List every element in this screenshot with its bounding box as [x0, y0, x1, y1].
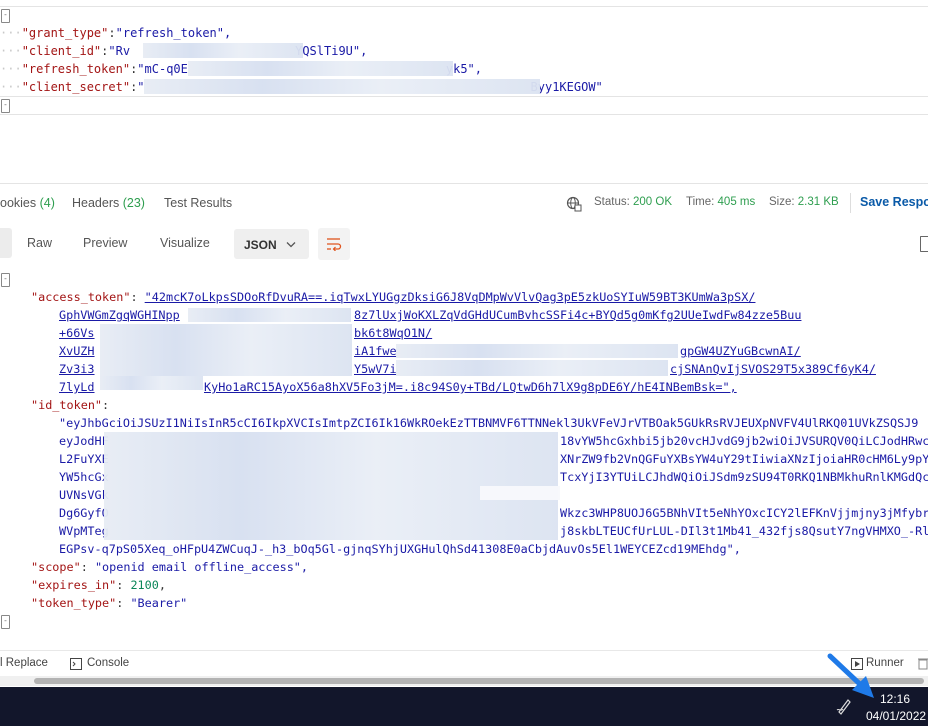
- id-token-cont: WVpMTeg: [59, 524, 109, 538]
- redacted-region: [100, 376, 203, 390]
- id-token-cont: j8skbLTEUCfUrLUL-DIl3t1Mb41_432fjs8QsutY…: [560, 524, 928, 538]
- redacted-region: [144, 79, 540, 94]
- id-token-cont: 18vYW5hcGxhbi5jb20vcHJvdG9jb2wiOiJVSURQV…: [560, 434, 928, 448]
- redacted-region: [143, 43, 303, 58]
- access-token-cont: GphVWGmZgqWGHINpp: [59, 308, 180, 322]
- console-icon[interactable]: [70, 658, 82, 670]
- chevron-down-icon: [286, 242, 296, 248]
- tab-cookies[interactable]: ookies (4): [0, 196, 55, 210]
- save-response-button[interactable]: Save Respo: [860, 195, 928, 209]
- id-token-cont: Wkzc3WHP8UOJ6G5BNhVIt5eNhYOxcICY2lEFKnVj…: [560, 506, 928, 520]
- redacted-region: [100, 324, 352, 376]
- trash-icon[interactable]: [918, 657, 928, 670]
- access-token-cont: cjSNAnQvIjSVOS29T5x389Cf6yK4/: [670, 362, 876, 376]
- redacted-region: [396, 360, 668, 376]
- response-tabs: ookies (4) Headers (23) Test Results Sta…: [0, 185, 928, 221]
- access-token-cont: XvUZH: [59, 344, 95, 358]
- find-replace-button[interactable]: l Replace: [0, 657, 48, 669]
- copy-icon[interactable]: [920, 236, 928, 252]
- fold-toggle-icon[interactable]: -: [1, 614, 10, 629]
- request-line-grant-type: ···"grant_type":"refresh_token",: [0, 26, 232, 40]
- tab-raw[interactable]: Raw: [27, 236, 52, 250]
- access-token-cont: 7lyLd: [59, 380, 95, 394]
- redacted-region: [396, 344, 678, 358]
- response-format-bar: Raw Preview Visualize JSON: [0, 226, 928, 262]
- expires-in-line: "expires_in": 2100,: [31, 578, 166, 592]
- tab-visualize[interactable]: Visualize: [160, 236, 210, 250]
- console-button[interactable]: Console: [87, 657, 129, 669]
- horizontal-scrollbar[interactable]: [34, 678, 924, 684]
- access-token-cont: Zv3i3: [59, 362, 95, 376]
- tab-pretty[interactable]: [0, 228, 12, 258]
- access-token-cont: gpGW4UZYuGBcwnAI/: [680, 344, 801, 358]
- scope-line: "scope": "openid email offline_access",: [31, 560, 309, 574]
- access-token-cont: bk6t8WqO1N/: [354, 326, 433, 340]
- id-token-cont: TcxYjI3YTUiLCJhdWQiOiJSdm9zSU94T0RKQ1NBM…: [560, 470, 928, 484]
- clock-time[interactable]: 12:16: [880, 692, 910, 706]
- taskbar: 12:16 04/01/2022: [0, 687, 928, 726]
- access-token-cont: 8z7lUxjWoKXLZqVdGHdUCumBvhcSSFi4c+BYQd5g…: [354, 308, 802, 322]
- wrap-lines-icon: [327, 238, 342, 251]
- response-size[interactable]: Size: 2.31 KB: [769, 196, 839, 208]
- access-token-line: "access_token": "42mcK7oLkpsSDOoRfDvuRA=…: [31, 290, 756, 304]
- fold-toggle-icon[interactable]: -: [1, 8, 10, 23]
- access-token-cont: Y5wV7i: [354, 362, 397, 376]
- id-token-cont: UVNsVGk: [59, 488, 109, 502]
- id-token-cont: eyJodHF: [59, 434, 109, 448]
- annotation-arrow-icon: [827, 653, 874, 698]
- tab-test-results[interactable]: Test Results: [164, 196, 232, 210]
- wrap-lines-button[interactable]: [318, 228, 350, 260]
- id-token-cont: L2FuYXE: [59, 452, 109, 466]
- redacted-region: [188, 308, 351, 322]
- response-time[interactable]: Time: 405 ms: [686, 196, 755, 208]
- tab-preview[interactable]: Preview: [83, 236, 127, 250]
- id-token-cont: YW5hcGx: [59, 470, 109, 484]
- status-bar: l Replace Console Runner: [0, 650, 928, 679]
- response-status: Status: 200 OK: [594, 196, 673, 208]
- token-type-line: "token_type": "Bearer": [31, 596, 188, 610]
- access-token-cont: KyHo1aRC15AyoX56a8hXV5Fo3jM=.i8c94S0y+TB…: [204, 380, 737, 394]
- id-token-cont: XNrZW9fb2VnQGFuYXBsYW4uY29tIiwiaXNzIjoia…: [560, 452, 928, 466]
- request-body-editor[interactable]: - ···"grant_type":"refresh_token", ···"c…: [0, 0, 928, 122]
- access-token-cont: iA1fwe: [354, 344, 397, 358]
- format-select[interactable]: JSON: [234, 229, 309, 259]
- id-token-line: "id_token":: [31, 398, 110, 412]
- access-token-cont: +66Vs: [59, 326, 95, 340]
- tab-headers[interactable]: Headers (23): [72, 196, 145, 210]
- redacted-region: [188, 61, 453, 76]
- id-token-cont: "eyJhbGciOiJSUzI1NiIsInR5cCI6IkpXVCIsImt…: [59, 416, 919, 430]
- fold-toggle-icon[interactable]: -: [1, 98, 10, 113]
- id-token-cont: Dg6GyfO: [59, 506, 109, 520]
- globe-network-icon[interactable]: [566, 196, 582, 212]
- redacted-region: [480, 486, 560, 500]
- id-token-cont: EGPsv-q7pS05Xeq_oHFpU4ZWCuqJ-_h3_bOq5Gl-…: [59, 542, 741, 556]
- clock-date[interactable]: 04/01/2022: [866, 709, 926, 723]
- fold-toggle-icon[interactable]: -: [1, 272, 10, 287]
